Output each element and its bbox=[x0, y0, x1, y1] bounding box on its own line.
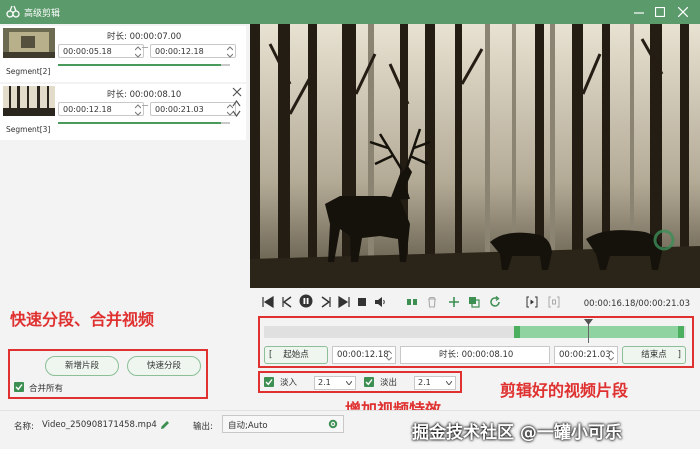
add-segment-button[interactable]: 新增片段 bbox=[45, 356, 119, 376]
bracket-open-icon: [ bbox=[269, 350, 273, 360]
fade-in-label: 淡入 bbox=[280, 378, 298, 388]
delete-icon[interactable] bbox=[426, 296, 438, 308]
copy-icon[interactable] bbox=[468, 296, 480, 308]
close-window-button[interactable] bbox=[674, 3, 692, 21]
end-point-button[interactable]: 结束点] bbox=[622, 346, 686, 364]
segment-start-time: 00:00:05.18 bbox=[63, 47, 112, 56]
video-preview[interactable] bbox=[250, 24, 700, 288]
range-dash bbox=[142, 105, 148, 106]
segment-progress-fill bbox=[58, 64, 222, 66]
spinner-icon[interactable] bbox=[227, 46, 233, 58]
timeline-selection[interactable] bbox=[518, 326, 682, 338]
spinner-icon[interactable] bbox=[135, 104, 141, 116]
volume-icon[interactable] bbox=[374, 296, 386, 308]
segment-end-time-field[interactable]: 00:00:21.03 bbox=[150, 102, 236, 116]
segment-end-time: 00:00:21.03 bbox=[155, 105, 204, 114]
segment-progress-track bbox=[58, 122, 230, 124]
segment-start-time-field[interactable]: 00:00:05.18 bbox=[58, 44, 144, 58]
annotation-trimmed: 剪辑好的视频片段 bbox=[500, 381, 629, 400]
trim-duration-field: 时长: 00:00:08.10 bbox=[400, 346, 550, 364]
timeline-start-handle[interactable] bbox=[514, 326, 520, 338]
segment-item[interactable]: Segment[2] 时长: 00:00:07.00 00:00:05.18 0… bbox=[0, 26, 246, 82]
quick-split-button[interactable]: 快速分段 bbox=[127, 356, 201, 376]
trim-end-time: 00:00:21.03 bbox=[559, 350, 611, 360]
fade-in-select[interactable]: 2.1 bbox=[314, 376, 356, 390]
previous-frame-icon[interactable] bbox=[281, 296, 293, 308]
chevron-down-icon bbox=[446, 381, 452, 385]
segment-thumbnail bbox=[3, 28, 55, 58]
segment-start-time-field[interactable]: 00:00:12.18 bbox=[58, 102, 144, 116]
segment-thumbnail bbox=[3, 86, 55, 116]
app-logo-icon bbox=[6, 5, 20, 18]
stop-icon[interactable] bbox=[356, 296, 368, 308]
segment-label: Segment[2] bbox=[6, 67, 51, 76]
close-icon bbox=[678, 7, 688, 17]
spinner-icon[interactable] bbox=[386, 350, 392, 361]
spinner-icon[interactable] bbox=[135, 46, 141, 58]
check-icon bbox=[365, 379, 373, 386]
minimize-icon bbox=[634, 12, 644, 14]
reset-icon[interactable] bbox=[489, 296, 501, 308]
maximize-icon bbox=[655, 7, 665, 17]
trim-duration: 00:00:08.10 bbox=[461, 350, 514, 360]
segment-start-time: 00:00:12.18 bbox=[63, 105, 112, 114]
output-value: 自动;Auto bbox=[228, 421, 268, 431]
segment-label: Segment[3] bbox=[6, 125, 51, 134]
spinner-icon[interactable] bbox=[608, 350, 614, 361]
timeline-track[interactable] bbox=[264, 326, 686, 338]
chevron-down-icon bbox=[346, 381, 352, 385]
fade-out-checkbox[interactable] bbox=[364, 377, 374, 387]
maximize-button[interactable] bbox=[651, 3, 669, 21]
fade-in-checkbox[interactable] bbox=[264, 377, 274, 387]
skip-to-start-icon[interactable] bbox=[262, 296, 274, 308]
output-label: 输出: bbox=[193, 422, 213, 432]
timeline-end-handle[interactable] bbox=[678, 326, 684, 338]
watermark-text: 掘金技术社区 @一罐小可乐 bbox=[412, 423, 622, 443]
minimize-button[interactable] bbox=[630, 3, 648, 21]
fade-out-select[interactable]: 2.1 bbox=[414, 376, 456, 390]
trim-start-time: 00:00:12.18 bbox=[337, 350, 389, 360]
playhead-marker-icon[interactable] bbox=[584, 319, 593, 325]
edit-pencil-icon[interactable] bbox=[160, 420, 170, 430]
segment-end-time-field[interactable]: 00:00:12.18 bbox=[150, 44, 236, 58]
next-frame-icon[interactable] bbox=[320, 296, 332, 308]
trim-end-time-field[interactable]: 00:00:21.03 bbox=[554, 346, 618, 364]
video-frame bbox=[250, 24, 700, 288]
fade-out-label: 淡出 bbox=[380, 378, 398, 388]
range-dash bbox=[142, 47, 148, 48]
output-select[interactable]: 自动;Auto bbox=[222, 415, 344, 433]
skip-to-end-icon[interactable] bbox=[338, 296, 350, 308]
mark-out-icon[interactable] bbox=[548, 296, 560, 308]
name-label: 名称: bbox=[14, 422, 34, 432]
segment-progress-track bbox=[58, 64, 230, 66]
time-readout: 00:00:16.18/00:00:21.03 bbox=[583, 299, 690, 309]
start-point-button[interactable]: [起始点 bbox=[264, 346, 328, 364]
check-icon bbox=[265, 379, 273, 386]
file-name: Video_250908171458.mp4 bbox=[42, 420, 157, 430]
segment-progress-fill bbox=[58, 122, 222, 124]
move-down-icon[interactable] bbox=[232, 110, 241, 117]
segment-list-pane: Segment[2] 时长: 00:00:07.00 00:00:05.18 0… bbox=[0, 24, 250, 410]
merge-all-checkbox[interactable] bbox=[14, 382, 24, 392]
gear-icon[interactable] bbox=[328, 419, 338, 429]
segment-duration: 时长: 00:00:07.00 bbox=[107, 32, 182, 42]
segment-end-time: 00:00:12.18 bbox=[155, 47, 204, 56]
segment-duration: 时长: 00:00:08.10 bbox=[107, 90, 182, 100]
trim-row: [起始点 00:00:12.18 时长: 00:00:08.10 00:00:2… bbox=[264, 346, 686, 364]
pause-icon[interactable] bbox=[299, 294, 313, 308]
bracket-close-icon: ] bbox=[677, 350, 681, 360]
annotation-fast-split: 快速分段、合并视频 bbox=[10, 310, 155, 329]
segment-item[interactable]: Segment[3] 时长: 00:00:08.10 00:00:12.18 0… bbox=[0, 84, 246, 140]
delete-segment-icon[interactable] bbox=[232, 87, 242, 97]
title-bar: 高级剪辑 bbox=[0, 0, 700, 24]
trim-start-time-field[interactable]: 00:00:12.18 bbox=[332, 346, 396, 364]
mark-in-icon[interactable] bbox=[526, 296, 538, 308]
move-up-icon[interactable] bbox=[232, 100, 241, 107]
split-icon[interactable] bbox=[406, 296, 418, 308]
add-icon[interactable] bbox=[448, 296, 460, 308]
check-icon bbox=[15, 384, 23, 391]
window-title: 高级剪辑 bbox=[24, 9, 61, 19]
merge-all-label: 合并所有 bbox=[29, 384, 64, 394]
